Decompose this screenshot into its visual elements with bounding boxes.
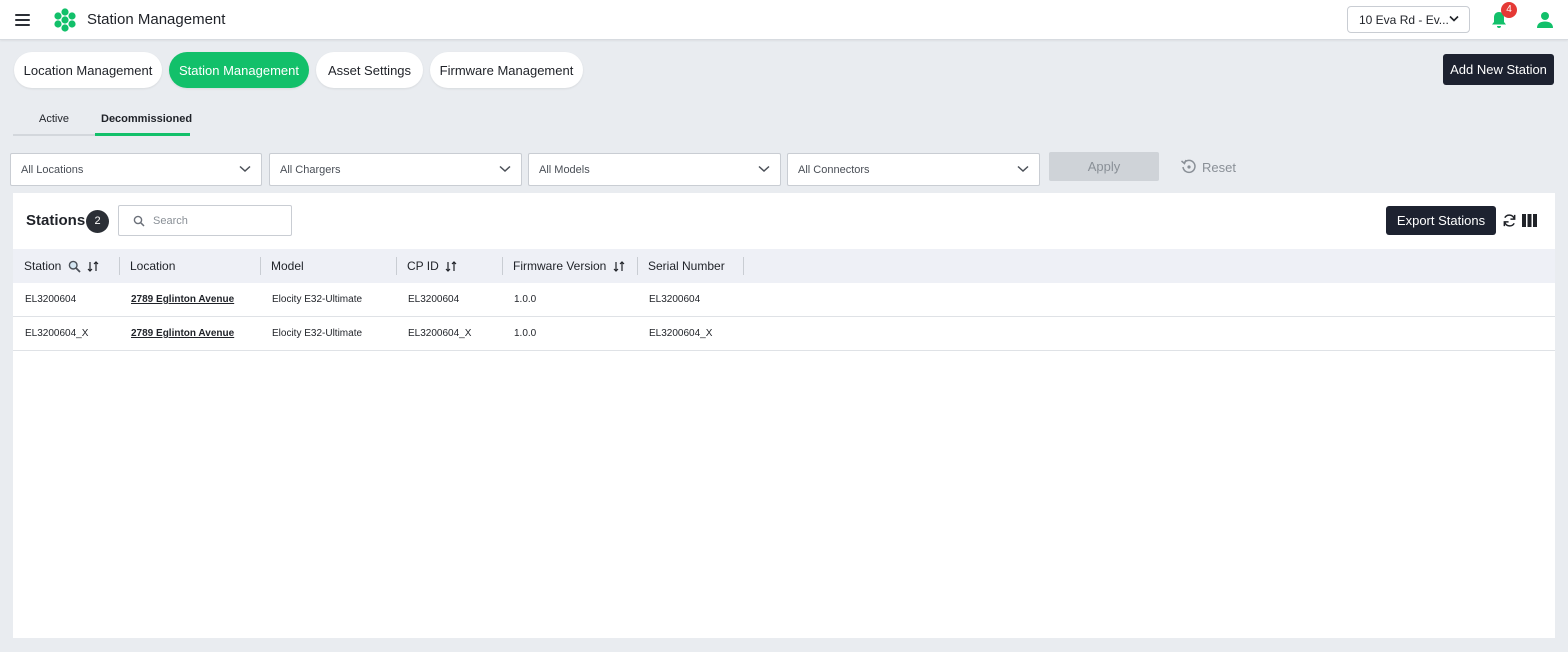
- refresh-icon[interactable]: [1502, 213, 1517, 228]
- column-header-cp-id[interactable]: CP ID: [407, 249, 457, 283]
- cell-model: Elocity E32-Ultimate: [272, 328, 363, 339]
- chevron-down-icon: [1017, 165, 1029, 173]
- add-new-station-button[interactable]: Add New Station: [1443, 54, 1554, 85]
- column-divider[interactable]: [743, 257, 744, 275]
- column-header-station[interactable]: Station: [24, 249, 99, 283]
- chargers-filter[interactable]: All Chargers: [269, 153, 522, 186]
- column-header-serial-number[interactable]: Serial Number: [648, 249, 725, 283]
- subtab-decommissioned[interactable]: Decommissioned: [101, 113, 192, 125]
- subtab-active[interactable]: Active: [39, 113, 69, 125]
- subtab-active-indicator: [95, 133, 190, 136]
- columns-icon[interactable]: [1522, 214, 1537, 227]
- table-header: Station Location Model CP ID Firmware Ve…: [13, 249, 1555, 283]
- column-divider[interactable]: [260, 257, 261, 275]
- cell-serial-number: EL3200604: [649, 294, 701, 305]
- connectors-filter-value: All Connectors: [798, 164, 870, 176]
- chargers-filter-value: All Chargers: [280, 164, 341, 176]
- tab-location-management[interactable]: Location Management: [14, 52, 162, 88]
- table-row[interactable]: EL3200604_X 2789 Eglinton Avenue Elocity…: [13, 317, 1555, 351]
- cell-firmware-version: 1.0.0: [514, 294, 537, 305]
- app-title: Station Management: [87, 11, 226, 28]
- search-box[interactable]: [118, 205, 292, 236]
- column-header-label: Firmware Version: [513, 259, 607, 273]
- search-icon: [133, 215, 145, 227]
- column-header-model[interactable]: Model: [271, 249, 304, 283]
- models-filter[interactable]: All Models: [528, 153, 781, 186]
- chevron-down-icon: [1449, 15, 1459, 22]
- cell-location-link[interactable]: 2789 Eglinton Avenue: [131, 294, 234, 305]
- hamburger-menu-icon[interactable]: [13, 11, 33, 29]
- cell-firmware-version: 1.0.0: [514, 328, 537, 339]
- search-input[interactable]: [153, 212, 283, 230]
- column-header-label: Station: [24, 259, 62, 273]
- tab-asset-settings[interactable]: Asset Settings: [316, 52, 423, 88]
- site-selector-value: 10 Eva Rd - Ev...: [1359, 13, 1449, 27]
- column-divider[interactable]: [396, 257, 397, 275]
- export-stations-button[interactable]: Export Stations: [1386, 206, 1496, 235]
- column-header-location[interactable]: Location: [130, 249, 175, 283]
- top-bar: Station Management 10 Eva Rd - Ev... 4: [0, 0, 1568, 40]
- cell-station: EL3200604: [25, 294, 77, 305]
- stations-panel: Stations 2 Export Stations Station: [13, 193, 1555, 638]
- models-filter-value: All Models: [539, 164, 590, 176]
- chevron-down-icon: [758, 165, 770, 173]
- logo-icon: [54, 8, 76, 32]
- cell-station: EL3200604_X: [25, 328, 89, 339]
- station-count-badge: 2: [86, 210, 109, 233]
- user-account-icon[interactable]: [1535, 10, 1555, 30]
- sort-icon[interactable]: [613, 261, 625, 273]
- sort-icon[interactable]: [445, 261, 457, 273]
- apply-filters-button[interactable]: Apply: [1049, 152, 1159, 181]
- table-row[interactable]: EL3200604 2789 Eglinton Avenue Elocity E…: [13, 283, 1555, 317]
- cell-serial-number: EL3200604_X: [649, 328, 713, 339]
- panel-title: Stations: [26, 212, 86, 229]
- notification-count-badge: 4: [1501, 2, 1517, 18]
- column-divider[interactable]: [502, 257, 503, 275]
- chevron-down-icon: [499, 165, 511, 173]
- search-icon[interactable]: [68, 260, 81, 273]
- connectors-filter[interactable]: All Connectors: [787, 153, 1040, 186]
- column-header-label: CP ID: [407, 259, 439, 273]
- reset-icon: [1181, 159, 1196, 174]
- column-header-firmware-version[interactable]: Firmware Version: [513, 249, 625, 283]
- locations-filter-value: All Locations: [21, 164, 84, 176]
- cell-location-link[interactable]: 2789 Eglinton Avenue: [131, 328, 234, 339]
- site-selector[interactable]: 10 Eva Rd - Ev...: [1347, 6, 1470, 33]
- cell-model: Elocity E32-Ultimate: [272, 294, 363, 305]
- column-divider[interactable]: [119, 257, 120, 275]
- column-divider[interactable]: [637, 257, 638, 275]
- reset-label: Reset: [1202, 160, 1236, 175]
- tab-firmware-management[interactable]: Firmware Management: [430, 52, 583, 88]
- cell-cp-id: EL3200604_X: [408, 328, 472, 339]
- status-subtabs: Active Decommissioned: [13, 104, 192, 136]
- cell-cp-id: EL3200604: [408, 294, 460, 305]
- sort-icon[interactable]: [87, 261, 99, 273]
- chevron-down-icon: [239, 165, 251, 173]
- tab-station-management[interactable]: Station Management: [169, 52, 309, 88]
- locations-filter[interactable]: All Locations: [10, 153, 262, 186]
